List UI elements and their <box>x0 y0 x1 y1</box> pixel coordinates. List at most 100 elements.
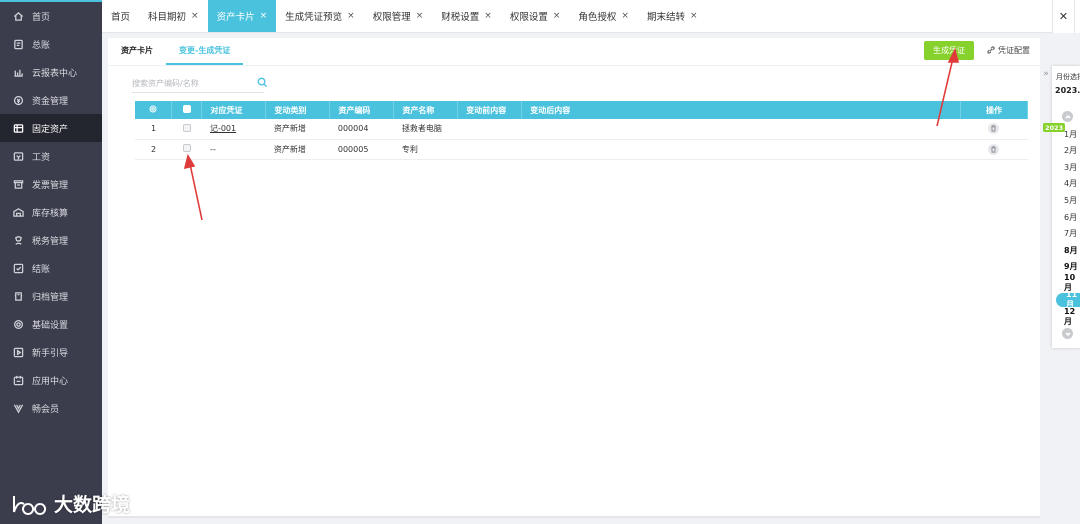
sidebar-item-label: 总账 <box>32 40 51 51</box>
current-period: 2023.11 <box>1055 86 1080 95</box>
sidebar-item-13[interactable]: 应用中心 <box>0 366 102 394</box>
tab-6[interactable]: 权限设置 × <box>501 0 570 32</box>
tab-4[interactable]: 权限管理 × <box>364 0 433 32</box>
sidebar-item-label: 首页 <box>32 12 51 23</box>
sidebar-nav: 首页总账云报表中心 资金管理固定资产工资发票管理库存核算税务管理 结账 归档管理基础设… <box>0 2 102 422</box>
search-input[interactable] <box>132 78 242 88</box>
table-row: 2 -- 资产新增 000005 专利 <box>135 139 1028 160</box>
sidebar-item-7[interactable]: 库存核算 <box>0 198 102 226</box>
sidebar-item-12[interactable]: 新手引导 <box>0 338 102 366</box>
tab-close-icon[interactable]: × <box>416 11 424 21</box>
tab-close-icon[interactable]: × <box>191 11 199 21</box>
month-picker-panel: 月份选择 2023.11 1月2月3月4月5月6月7月8月9月10月11月12月 <box>1052 66 1080 348</box>
sidebar-item-8[interactable]: 税务管理 <box>0 226 102 254</box>
year-down-icon[interactable] <box>1062 328 1073 339</box>
generate-voucher-button[interactable]: 生成凭证 <box>924 41 974 60</box>
subtab-asset-card[interactable]: 资产卡片 <box>108 38 166 65</box>
year-up-icon[interactable] <box>1062 111 1073 122</box>
month-item[interactable]: 7月 <box>1052 227 1080 241</box>
tab-1[interactable]: 科目期初 × <box>139 0 208 32</box>
month-item[interactable]: 5月 <box>1052 193 1080 207</box>
name-cell: 专利 <box>393 139 458 160</box>
header-asset-code: 资产编码 <box>329 101 395 119</box>
sidebar-item-label: 固定资产 <box>32 124 69 135</box>
link-icon <box>987 45 998 56</box>
sidebar-item-1[interactable]: 总账 <box>0 30 102 58</box>
tab-close-icon[interactable]: × <box>347 11 355 21</box>
sidebar-item-4[interactable]: 固定资产 <box>0 114 102 142</box>
select-all-checkbox[interactable] <box>182 105 191 113</box>
table-header-row: 对应凭证 变动类别 资产编码 资产名称 变动前内容 变动后内容 操作 <box>135 101 1029 119</box>
sub-tabs: 资产卡片 变更-生成凭证 <box>108 38 244 65</box>
month-item[interactable]: 12月 <box>1052 307 1080 326</box>
tab-7[interactable]: 角色授权 × <box>569 0 638 32</box>
sidebar-item-0[interactable]: 首页 <box>0 2 102 30</box>
tab-3[interactable]: 生成凭证预览 × <box>276 0 364 32</box>
code-cell: 000005 <box>329 139 394 160</box>
month-item[interactable]: 4月 <box>1052 177 1080 191</box>
sidebar-item-6[interactable]: 发票管理 <box>0 170 102 198</box>
tab-8[interactable]: 期末结转 × <box>638 0 707 32</box>
tab-close-icon[interactable]: × <box>690 11 698 21</box>
home-icon <box>12 10 24 22</box>
after-cell <box>521 119 961 140</box>
tab-2[interactable]: 资产卡片 × <box>207 0 277 32</box>
tab-label: 角色授权 <box>578 12 617 23</box>
row-number: 2 <box>135 139 172 160</box>
month-item[interactable]: 8月 <box>1052 243 1080 257</box>
row-checkbox[interactable] <box>182 144 191 152</box>
watermark-text: 大数跨境 <box>54 494 131 516</box>
sidebar-item-11[interactable]: 基础设置 <box>0 310 102 338</box>
sidebar-item-10[interactable]: 归档管理 <box>0 282 102 310</box>
tab-0[interactable]: 首页 <box>102 0 139 32</box>
invoice-icon <box>12 178 24 190</box>
subtab-change-voucher[interactable]: 变更-生成凭证 <box>166 38 244 65</box>
checkout-icon <box>12 262 24 274</box>
sidebar-item-3[interactable]: 资金管理 <box>0 86 102 114</box>
sidebar-item-label: 基础设置 <box>32 320 69 331</box>
delete-icon[interactable] <box>988 123 1000 135</box>
month-item[interactable]: 6月 <box>1052 210 1080 224</box>
expand-panel-icon[interactable]: » <box>1041 67 1051 81</box>
after-cell <box>521 139 961 160</box>
voucher-config-label: 凭证配置 <box>998 46 1030 55</box>
sidebar-item-9[interactable]: 结账 <box>0 254 102 282</box>
header-before: 变动前内容 <box>457 101 523 119</box>
tab-label: 财税设置 <box>441 12 480 23</box>
month-item[interactable]: 11月 <box>1056 290 1080 309</box>
asset-icon <box>12 122 24 134</box>
tab-5[interactable]: 财税设置 × <box>432 0 501 32</box>
sidebar-item-14[interactable]: 畅会员 <box>0 394 102 422</box>
month-picker-title: 月份选择 <box>1056 73 1080 81</box>
month-item[interactable]: 3月 <box>1052 160 1080 174</box>
voucher-link[interactable]: 记-001 <box>210 124 236 133</box>
tab-label: 资产卡片 <box>216 12 255 23</box>
month-item[interactable]: 10月 <box>1052 273 1080 292</box>
ledger-icon <box>12 38 24 50</box>
search-box <box>132 74 268 93</box>
tab-close-icon[interactable]: × <box>553 11 561 21</box>
tab-close-icon[interactable]: × <box>484 11 492 21</box>
delete-icon[interactable] <box>988 143 1000 155</box>
category-cell: 资产新增 <box>265 119 330 140</box>
category-cell: 资产新增 <box>265 139 330 160</box>
month-item[interactable]: 9月 <box>1052 260 1080 274</box>
header-action: 操作 <box>960 101 1029 119</box>
row-checkbox[interactable] <box>182 123 191 132</box>
horizontal-scrollbar[interactable] <box>108 516 1040 518</box>
sidebar-item-label: 库存核算 <box>32 208 69 219</box>
column-settings-icon[interactable] <box>135 101 173 119</box>
close-all-tabs-button[interactable]: ✕ <box>1052 0 1074 33</box>
tab-close-icon[interactable]: × <box>260 11 268 21</box>
tab-close-icon[interactable]: × <box>621 11 629 21</box>
sidebar-item-label: 发票管理 <box>32 180 69 191</box>
voucher-config-link[interactable]: 凭证配置 <box>987 43 1030 58</box>
sidebar-item-2[interactable]: 云报表中心 <box>0 58 102 86</box>
month-item[interactable]: 2月 <box>1052 144 1080 158</box>
row-checkbox-cell <box>171 119 202 140</box>
search-icon[interactable] <box>257 77 268 88</box>
tab-scroll-right[interactable] <box>1074 0 1080 33</box>
sidebar-item-label: 应用中心 <box>32 376 69 387</box>
sidebar-item-5[interactable]: 工资 <box>0 142 102 170</box>
header-after: 变动后内容 <box>521 101 961 119</box>
